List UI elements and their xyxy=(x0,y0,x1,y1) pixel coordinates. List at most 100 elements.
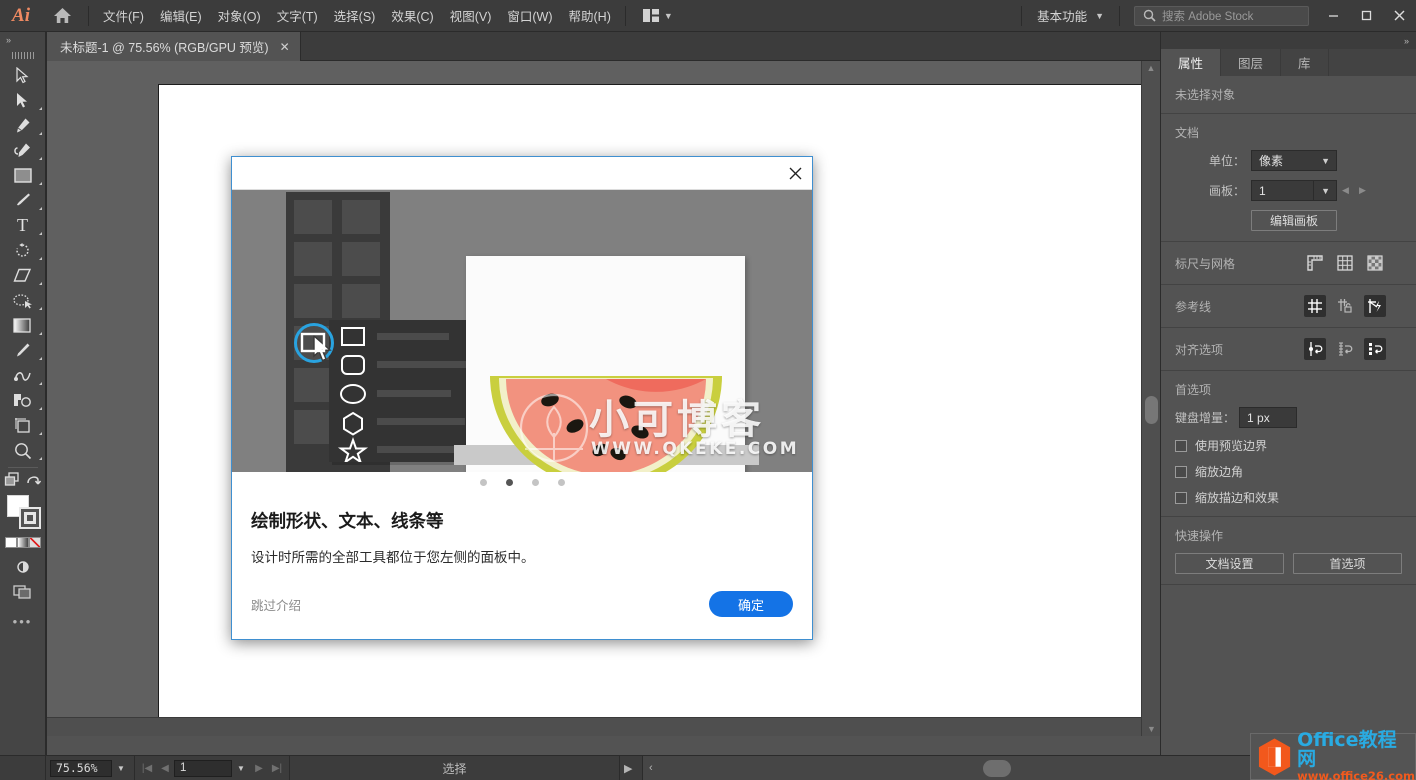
gradient-fill-button[interactable] xyxy=(16,537,29,548)
tool-eyedropper[interactable] xyxy=(0,338,46,363)
dialog-ok-button[interactable]: 确定 xyxy=(709,591,793,617)
toolbar-drag-handle[interactable] xyxy=(0,47,45,63)
menu-help[interactable]: 帮助(H) xyxy=(561,1,619,30)
tool-scale[interactable] xyxy=(0,288,46,313)
tool-gradient[interactable] xyxy=(0,313,46,338)
preview-bounds-row[interactable]: 使用预览边界 xyxy=(1175,437,1402,454)
menu-view[interactable]: 视图(V) xyxy=(442,1,500,30)
toolbar-more-icon[interactable]: ••• xyxy=(0,614,46,629)
lock-guides-icon[interactable] xyxy=(1334,295,1356,317)
document-setup-button[interactable]: 文档设置 xyxy=(1175,553,1284,574)
artboard-number-input[interactable]: 1 xyxy=(174,759,232,777)
keyboard-increment-input[interactable]: 1 px xyxy=(1239,407,1298,428)
scale-strokes-checkbox[interactable] xyxy=(1175,491,1187,504)
pagination-dot-1[interactable] xyxy=(479,479,487,486)
color-fill-button[interactable] xyxy=(4,537,17,548)
screen-mode-button[interactable] xyxy=(0,579,46,604)
pagination-dot-2[interactable] xyxy=(505,479,513,486)
tool-pen[interactable] xyxy=(0,113,46,138)
prev-artboard-button[interactable]: ◀ xyxy=(156,756,174,780)
zoom-dropdown-icon[interactable]: ▼ xyxy=(112,760,130,777)
maximize-button[interactable] xyxy=(1350,0,1383,32)
tool-rotate[interactable] xyxy=(0,238,46,263)
none-fill-button[interactable] xyxy=(28,537,41,548)
minimize-button[interactable] xyxy=(1317,0,1350,32)
preview-bounds-checkbox[interactable] xyxy=(1175,439,1187,452)
menu-edit[interactable]: 编辑(E) xyxy=(152,1,210,30)
document-tab-close-icon[interactable]: ✕ xyxy=(280,41,290,53)
office-watermark-texts: Office教程网 www.office26.com xyxy=(1297,730,1415,780)
vertical-scroll-thumb[interactable] xyxy=(1145,396,1158,424)
artboard-next-button[interactable]: ▶ xyxy=(1354,180,1371,201)
tool-eraser[interactable] xyxy=(0,263,46,288)
tool-artboard[interactable] xyxy=(0,413,46,438)
artboard-prev-button[interactable]: ◀ xyxy=(1337,180,1354,201)
fill-stroke-swatches[interactable] xyxy=(0,495,46,535)
tool-selection[interactable] xyxy=(0,63,46,88)
scale-corners-row[interactable]: 缩放边角 xyxy=(1175,463,1402,480)
skip-intro-link[interactable]: 跳过介绍 xyxy=(251,595,301,614)
toolbar-expand-icon[interactable]: » xyxy=(0,32,45,47)
scroll-play-icon[interactable]: ▶ xyxy=(624,762,632,775)
menu-effect[interactable]: 效果(C) xyxy=(383,1,441,30)
document-tab[interactable]: 未标题-1 @ 75.56% (RGB/GPU 预览) ✕ xyxy=(46,32,301,61)
dialog-heading: 绘制形状、文本、线条等 xyxy=(251,511,444,531)
snap-to-grid-icon[interactable] xyxy=(1334,338,1356,360)
show-grid-icon[interactable] xyxy=(1334,252,1356,274)
scroll-down-icon[interactable]: ▼ xyxy=(1142,722,1161,736)
workspace-switcher[interactable]: 基本功能 ▼ xyxy=(1028,1,1113,30)
tool-blend[interactable] xyxy=(0,363,46,388)
artboard-select[interactable]: 1 ▼ xyxy=(1251,180,1337,201)
preferences-button[interactable]: 首选项 xyxy=(1293,553,1402,574)
artboard-dropdown-icon[interactable]: ▼ xyxy=(232,760,250,777)
scroll-left-icon[interactable]: ‹ xyxy=(649,762,653,774)
show-guides-icon[interactable] xyxy=(1304,295,1326,317)
pagination-dot-4[interactable] xyxy=(557,479,565,486)
tool-paintbrush[interactable] xyxy=(0,188,46,213)
zoom-level-input[interactable]: 75.56% xyxy=(50,759,112,777)
next-artboard-button[interactable]: ▶ xyxy=(250,756,268,780)
menu-select[interactable]: 选择(S) xyxy=(326,1,384,30)
canvas-vertical-scrollbar[interactable]: ▲ ▼ xyxy=(1141,61,1160,736)
menu-file[interactable]: 文件(F) xyxy=(95,1,152,30)
close-button[interactable] xyxy=(1383,0,1416,32)
panel-collapse-button[interactable]: » xyxy=(1161,32,1416,49)
home-icon[interactable] xyxy=(42,0,82,32)
tool-zoom[interactable] xyxy=(0,438,46,463)
snap-to-pixel-icon[interactable] xyxy=(1364,338,1386,360)
tab-properties[interactable]: 属性 xyxy=(1161,49,1222,76)
hscroll-thumb[interactable] xyxy=(983,759,1011,777)
menu-type[interactable]: 文字(T) xyxy=(269,1,326,30)
scroll-up-icon[interactable]: ▲ xyxy=(1142,61,1160,75)
tool-type[interactable]: T xyxy=(0,213,46,238)
stroke-swatch[interactable] xyxy=(18,507,41,529)
snap-to-point-icon[interactable] xyxy=(1304,338,1326,360)
search-input[interactable]: 搜索 Adobe Stock xyxy=(1134,5,1309,26)
drawing-mode-button[interactable] xyxy=(0,554,46,579)
scale-corners-checkbox[interactable] xyxy=(1175,465,1187,478)
menu-object[interactable]: 对象(O) xyxy=(210,1,269,30)
show-transparency-grid-icon[interactable] xyxy=(1364,252,1386,274)
tool-shaper[interactable] xyxy=(0,388,46,413)
tool-direct-selection[interactable] xyxy=(0,88,46,113)
change-screen-mode-button[interactable] xyxy=(4,472,21,491)
dialog-close-button[interactable] xyxy=(778,157,812,190)
status-tool-indicator[interactable]: 选择 xyxy=(290,755,620,780)
last-artboard-button[interactable]: ▶| xyxy=(268,756,286,780)
units-select[interactable]: 像素 ▼ xyxy=(1251,150,1337,171)
pagination-dot-3[interactable] xyxy=(531,479,539,486)
menu-window[interactable]: 窗口(W) xyxy=(499,1,560,30)
properties-panel: » 属性 图层 库 未选择对象 文档 单位： 像素 ▼ 画板： 1 ▼ ◀ ▶ … xyxy=(1160,32,1416,780)
edit-artboards-button[interactable]: 编辑画板 xyxy=(1251,210,1337,231)
arrange-documents-button[interactable]: ▼ xyxy=(636,5,680,26)
canvas-horizontal-scrollbar[interactable] xyxy=(47,717,1142,736)
first-artboard-button[interactable]: |◀ xyxy=(138,756,156,780)
scale-strokes-row[interactable]: 缩放描边和效果 xyxy=(1175,489,1402,506)
tool-rectangle[interactable] xyxy=(0,163,46,188)
tab-layers[interactable]: 图层 xyxy=(1221,49,1282,76)
edit-toolbar-button[interactable] xyxy=(26,472,42,491)
tab-libraries[interactable]: 库 xyxy=(1281,49,1329,76)
show-rulers-icon[interactable] xyxy=(1304,252,1326,274)
tool-curvature[interactable] xyxy=(0,138,46,163)
smart-guides-icon[interactable] xyxy=(1364,295,1386,317)
